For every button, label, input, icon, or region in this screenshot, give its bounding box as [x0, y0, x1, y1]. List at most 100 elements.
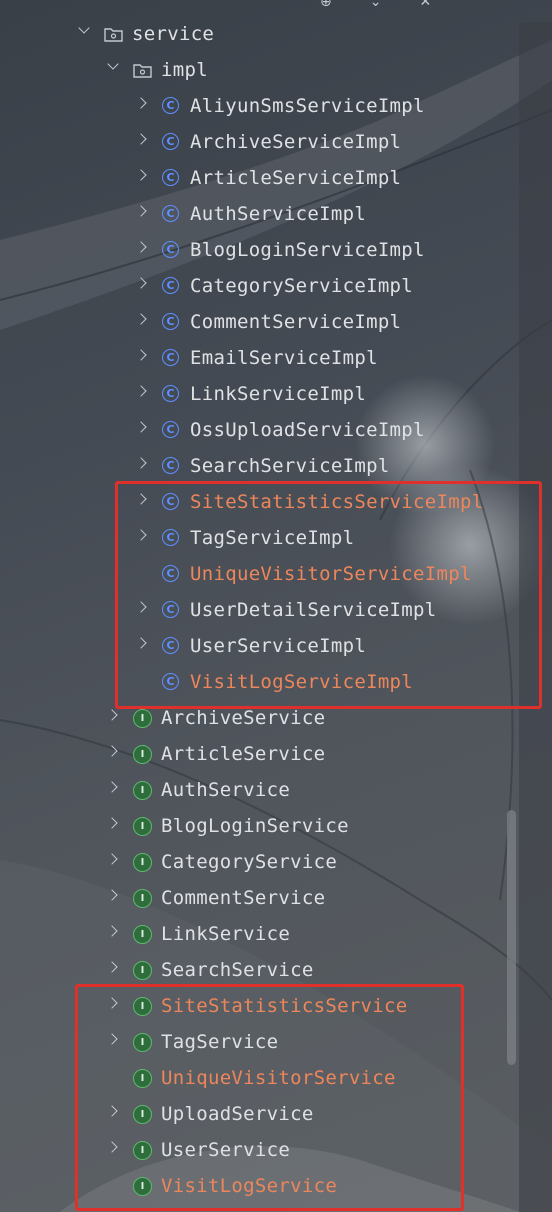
- class-c-icon: C: [162, 205, 179, 222]
- class-c-icon: C: [162, 349, 179, 366]
- chevron-right-icon[interactable]: [106, 925, 118, 937]
- class-c-icon: C: [162, 637, 179, 654]
- tree-item-class[interactable]: C LinkServiceImpl: [0, 377, 552, 413]
- close-icon[interactable]: ✕: [419, 0, 431, 10]
- tree-item-class[interactable]: C UserServiceImpl: [0, 629, 552, 665]
- collapse-icon[interactable]: ⌄: [370, 0, 382, 10]
- tree-item-interface[interactable]: I CommentService: [0, 881, 552, 917]
- interface-i-icon: I: [133, 1033, 152, 1052]
- chevron-right-icon[interactable]: [135, 385, 147, 397]
- item-label: EmailServiceImpl: [190, 347, 378, 369]
- item-label: TagServiceImpl: [190, 527, 355, 549]
- chevron-right-icon[interactable]: [135, 637, 147, 649]
- tree-item-interface[interactable]: I ArchiveService: [0, 701, 552, 737]
- chevron-down-icon[interactable]: [107, 58, 119, 70]
- interface-i-icon: I: [133, 817, 152, 836]
- chevron-right-icon[interactable]: [135, 493, 147, 505]
- chevron-down-icon[interactable]: [78, 22, 90, 34]
- item-label: VisitLogServiceImpl: [190, 671, 414, 693]
- class-c-icon: C: [162, 529, 179, 546]
- item-label: CategoryServiceImpl: [190, 275, 414, 297]
- chevron-right-icon[interactable]: [135, 457, 147, 469]
- item-label: SiteStatisticsService: [161, 995, 408, 1017]
- chevron-right-icon[interactable]: [135, 169, 147, 181]
- tree-item-interface[interactable]: I TagService: [0, 1025, 552, 1061]
- chevron-right-icon[interactable]: [135, 205, 147, 217]
- tree-item-class[interactable]: C OssUploadServiceImpl: [0, 413, 552, 449]
- item-label: CategoryService: [161, 851, 338, 873]
- chevron-right-icon[interactable]: [106, 1105, 118, 1117]
- tree-item-class[interactable]: C CommentServiceImpl: [0, 305, 552, 341]
- toolbar: ⊕ ⌄ ✕: [320, 0, 431, 10]
- chevron-right-icon[interactable]: [135, 97, 147, 109]
- chevron-right-icon[interactable]: [106, 781, 118, 793]
- chevron-right-icon[interactable]: [106, 745, 118, 757]
- chevron-right-icon[interactable]: [106, 961, 118, 973]
- tree-item-class[interactable]: C ArticleServiceImpl: [0, 161, 552, 197]
- chevron-right-icon[interactable]: [135, 313, 147, 325]
- tree-item-class[interactable]: C ArchiveServiceImpl: [0, 125, 552, 161]
- folder-label: service: [132, 23, 215, 45]
- tree-item-interface[interactable]: I LinkService: [0, 917, 552, 953]
- item-label: VisitLogService: [161, 1175, 338, 1197]
- chevron-right-icon[interactable]: [106, 1033, 118, 1045]
- tree-item-interface[interactable]: I SiteStatisticsService: [0, 989, 552, 1025]
- tree-item-interface[interactable]: I UserService: [0, 1133, 552, 1169]
- tree-item-class[interactable]: C AliyunSmsServiceImpl: [0, 89, 552, 125]
- chevron-right-icon[interactable]: [135, 349, 147, 361]
- item-label: LinkServiceImpl: [190, 383, 367, 405]
- tree-folder-impl[interactable]: impl: [0, 53, 552, 89]
- chevron-right-icon[interactable]: [135, 241, 147, 253]
- tree-item-interface[interactable]: I SearchService: [0, 953, 552, 989]
- chevron-right-icon[interactable]: [106, 817, 118, 829]
- tree-item-interface[interactable]: I UniqueVisitorService: [0, 1061, 552, 1097]
- item-label: UserDetailServiceImpl: [190, 599, 437, 621]
- item-label: SearchServiceImpl: [190, 455, 390, 477]
- class-c-icon: C: [162, 421, 179, 438]
- tree-item-class[interactable]: C SiteStatisticsServiceImpl: [0, 485, 552, 521]
- chevron-right-icon[interactable]: [106, 853, 118, 865]
- tree-folder-service[interactable]: service: [0, 17, 552, 53]
- interface-i-icon: I: [133, 925, 152, 944]
- chevron-right-icon[interactable]: [135, 421, 147, 433]
- chevron-right-icon[interactable]: [106, 889, 118, 901]
- tree-item-class[interactable]: C UniqueVisitorServiceImpl: [0, 557, 552, 593]
- folder-label: impl: [161, 59, 208, 81]
- interface-i-icon: I: [133, 853, 152, 872]
- chevron-right-icon[interactable]: [106, 997, 118, 1009]
- tree-item-class[interactable]: C UserDetailServiceImpl: [0, 593, 552, 629]
- tree-item-class[interactable]: C AuthServiceImpl: [0, 197, 552, 233]
- tree-item-interface[interactable]: I ArticleService: [0, 737, 552, 773]
- tree-item-class[interactable]: C BlogLoginServiceImpl: [0, 233, 552, 269]
- tree-item-class[interactable]: C EmailServiceImpl: [0, 341, 552, 377]
- tree-item-interface[interactable]: I UploadService: [0, 1097, 552, 1133]
- item-label: CommentService: [161, 887, 326, 909]
- package-folder-icon: [104, 28, 123, 42]
- item-label: AuthServiceImpl: [190, 203, 367, 225]
- item-label: SiteStatisticsServiceImpl: [190, 491, 484, 513]
- interface-i-icon: I: [133, 997, 152, 1016]
- chevron-right-icon[interactable]: [106, 1141, 118, 1153]
- tree-item-interface[interactable]: I AuthService: [0, 773, 552, 809]
- chevron-right-icon[interactable]: [135, 277, 147, 289]
- settings-icon[interactable]: ⊕: [320, 0, 332, 10]
- tree-item-interface[interactable]: I VisitLogService: [0, 1169, 552, 1205]
- item-label: UniqueVisitorService: [161, 1067, 396, 1089]
- interface-i-icon: I: [133, 745, 152, 764]
- chevron-right-icon[interactable]: [106, 709, 118, 721]
- tree-item-class[interactable]: C TagServiceImpl: [0, 521, 552, 557]
- item-label: UserServiceImpl: [190, 635, 367, 657]
- tree-item-class[interactable]: C VisitLogServiceImpl: [0, 665, 552, 701]
- tree-item-interface[interactable]: I CategoryService: [0, 845, 552, 881]
- chevron-right-icon[interactable]: [135, 601, 147, 613]
- tree-item-class[interactable]: C CategoryServiceImpl: [0, 269, 552, 305]
- tree-item-class[interactable]: C SearchServiceImpl: [0, 449, 552, 485]
- chevron-right-icon[interactable]: [135, 133, 147, 145]
- interface-i-icon: I: [133, 709, 152, 728]
- chevron-right-icon[interactable]: [135, 529, 147, 541]
- item-label: ArticleServiceImpl: [190, 167, 402, 189]
- item-label: AliyunSmsServiceImpl: [190, 95, 425, 117]
- tree-item-interface[interactable]: I BlogLoginService: [0, 809, 552, 845]
- class-c-icon: C: [162, 601, 179, 618]
- interface-i-icon: I: [133, 961, 152, 980]
